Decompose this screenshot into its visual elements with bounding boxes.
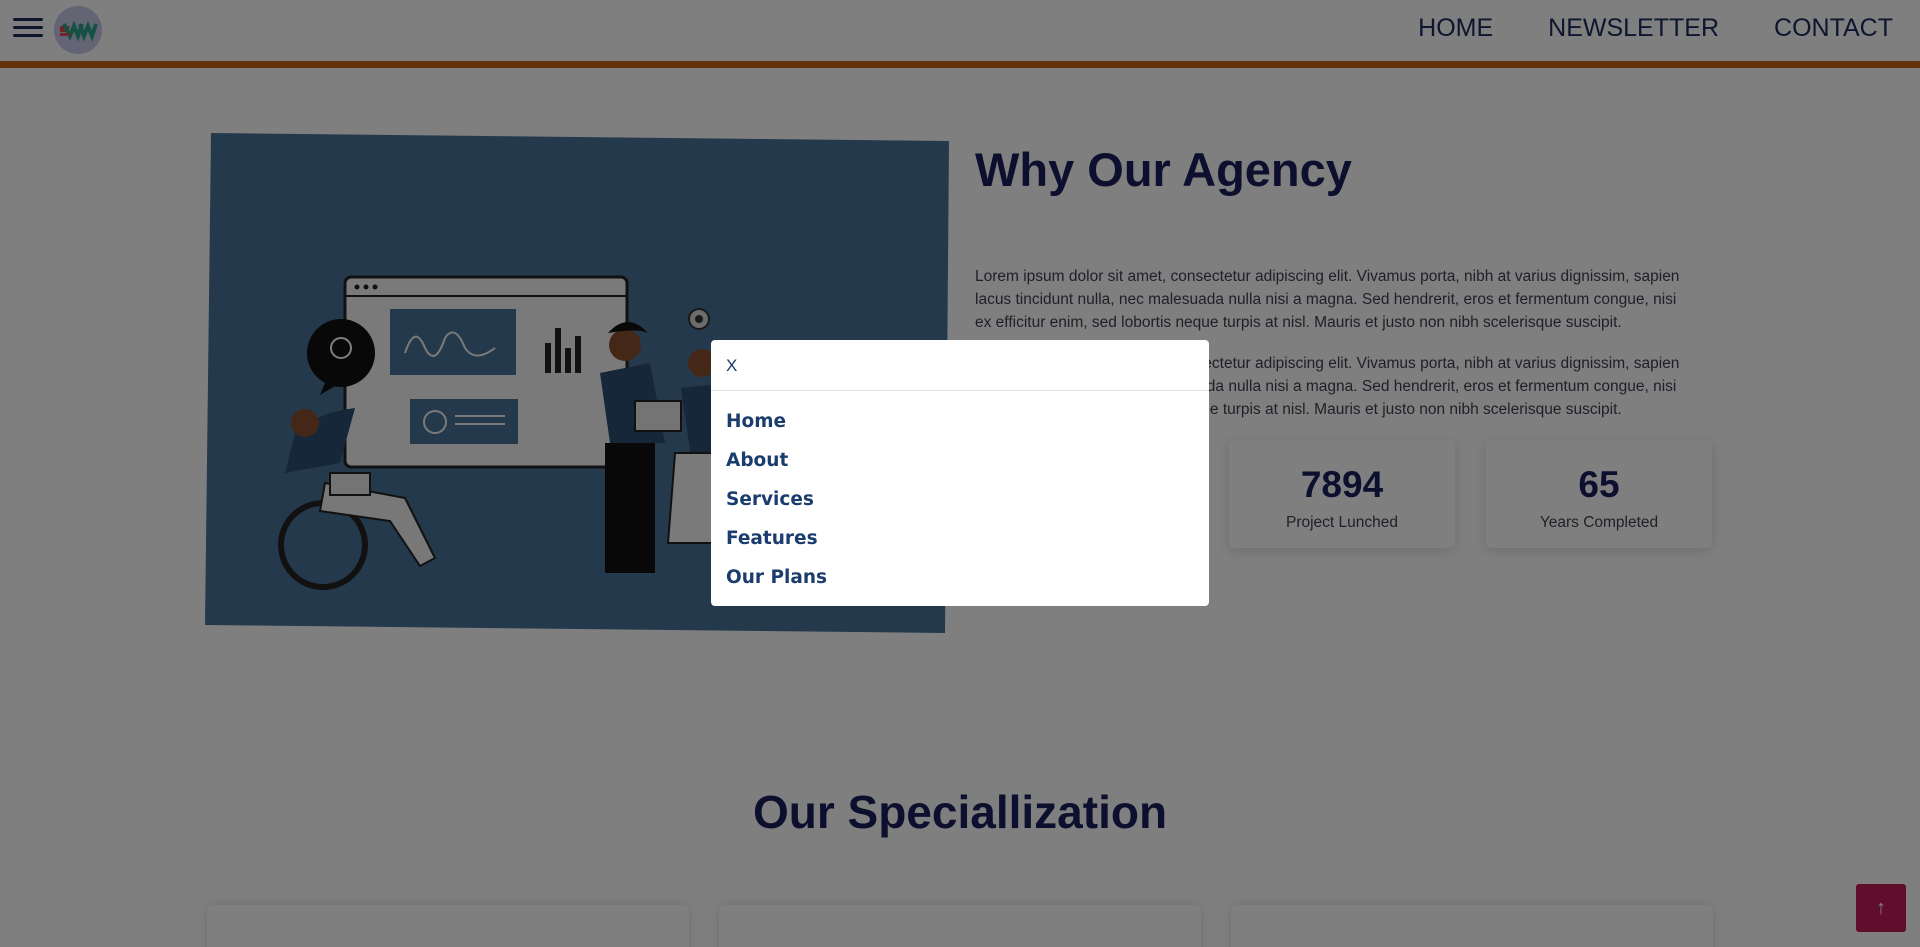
modal-menu: Home About Services Features Our Plans (711, 391, 1209, 604)
menu-item-features[interactable]: Features (726, 526, 1194, 565)
menu-item-home[interactable]: Home (726, 409, 1194, 448)
menu-item-our-plans[interactable]: Our Plans (726, 565, 1194, 604)
menu-item-services[interactable]: Services (726, 487, 1194, 526)
navigation-modal: X Home About Services Features Our Plans (711, 340, 1209, 606)
menu-item-about[interactable]: About (726, 448, 1194, 487)
modal-header: X (711, 340, 1209, 391)
close-button[interactable]: X (726, 356, 737, 375)
